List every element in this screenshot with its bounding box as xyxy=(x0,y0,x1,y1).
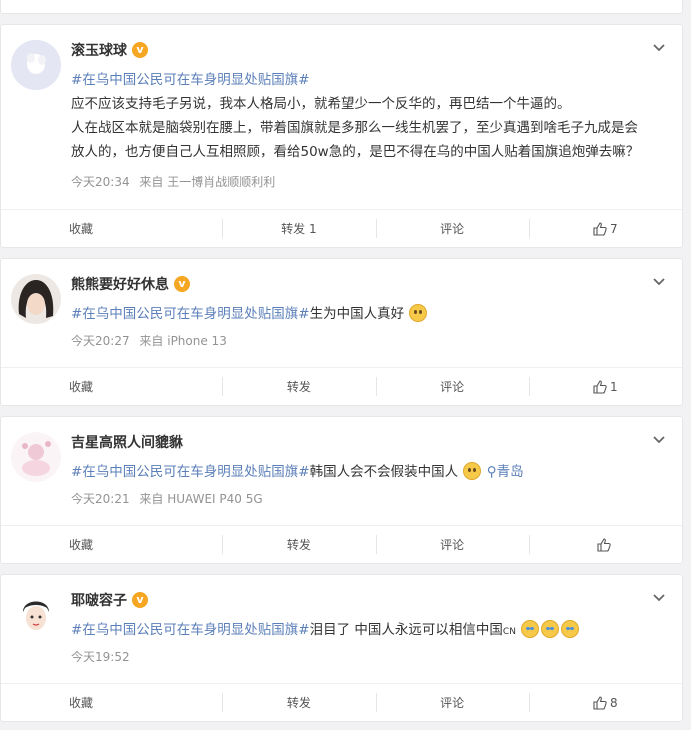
hashtag-link[interactable]: #在乌中国公民可在车身明显处贴国旗# xyxy=(71,622,310,638)
crying-face-emoji-icon xyxy=(561,620,580,638)
post-card: 耶啵容子 v #在乌中国公民可在车身明显处贴国旗#泪目了 中国人永远可以相信中国… xyxy=(0,574,683,722)
verified-badge-icon: v xyxy=(174,276,190,292)
crying-face-emoji-icon xyxy=(521,620,540,638)
hashtag-link[interactable]: #在乌中国公民可在车身明显处贴国旗# xyxy=(71,72,310,88)
post-content: #在乌中国公民可在车身明显处贴国旗#韩国人会不会假装中国人 ⚲青岛 xyxy=(71,460,664,484)
comment-button[interactable]: 评论 xyxy=(375,684,529,721)
thumbs-up-icon xyxy=(593,695,607,710)
post-meta: 今天20:27 来自 iPhone 13 xyxy=(71,332,233,349)
hashtag-link[interactable]: #在乌中国公民可在车身明显处贴国旗# xyxy=(71,464,310,480)
comment-button[interactable]: 评论 xyxy=(375,526,529,563)
post-text-suffix: CN xyxy=(502,627,516,637)
post-card: 吉星高照人间貔貅 #在乌中国公民可在车身明显处贴国旗#韩国人会不会假装中国人 ⚲… xyxy=(0,416,683,564)
username[interactable]: 耶啵容子 xyxy=(71,590,127,610)
comment-button[interactable]: 评论 xyxy=(375,368,529,405)
timestamp[interactable]: 今天20:21 xyxy=(71,492,130,506)
post-meta: 今天20:34 来自 王一博肖战顺顺利利 xyxy=(71,173,281,190)
laughing-face-emoji-icon xyxy=(463,462,482,480)
post-card: 熊熊要好好休息 v #在乌中国公民可在车身明显处贴国旗#生为中国人真好 今天20… xyxy=(0,258,683,406)
post-source: 来自 iPhone 13 xyxy=(139,334,227,348)
avatar[interactable] xyxy=(11,432,61,482)
like-button[interactable]: 7 xyxy=(528,210,682,247)
thumbs-up-icon xyxy=(593,379,607,394)
location-pin-icon: ⚲ xyxy=(486,464,497,480)
username[interactable]: 滚玉球球 xyxy=(71,40,127,60)
username[interactable]: 吉星高照人间貔貅 xyxy=(71,432,183,452)
like-button[interactable] xyxy=(528,526,682,563)
post-header: 熊熊要好好休息 v xyxy=(71,273,190,295)
like-count: 8 xyxy=(610,695,618,710)
favorite-button[interactable]: 收藏 xyxy=(1,368,222,405)
post-source: 来自 HUAWEI P40 5G xyxy=(139,492,263,506)
crying-face-emoji-icon xyxy=(541,620,560,638)
action-bar: 收藏 转发 评论 1 xyxy=(1,367,682,405)
thumbs-up-icon xyxy=(597,537,611,552)
avatar[interactable] xyxy=(11,590,61,640)
chevron-down-icon[interactable] xyxy=(652,41,666,55)
post-meta: 今天20:21 来自 HUAWEI P40 5G xyxy=(71,490,269,507)
post-text-line: 人在战区本就是脑袋别在腰上，带着国旗就是多那么一线生机罢了，至少真遇到啥毛子九成… xyxy=(71,120,638,136)
pleading-face-emoji-icon xyxy=(409,304,428,322)
post-content: #在乌中国公民可在车身明显处贴国旗#生为中国人真好 xyxy=(71,302,664,326)
like-button[interactable]: 8 xyxy=(528,684,682,721)
thumbs-up-icon xyxy=(593,221,607,236)
favorite-button[interactable]: 收藏 xyxy=(1,210,222,247)
like-count: 7 xyxy=(610,221,618,236)
favorite-button[interactable]: 收藏 xyxy=(1,526,222,563)
location-link[interactable]: 青岛 xyxy=(497,464,524,480)
chevron-down-icon[interactable] xyxy=(652,591,666,605)
avatar[interactable] xyxy=(11,40,61,90)
previous-card xyxy=(0,0,683,14)
repost-button[interactable]: 转发 xyxy=(222,368,375,405)
post-text-line: 放人的，也方便自己人互相照顾，看给50w急的，是巴不得在乌的中国人贴着国旗追炮弹… xyxy=(71,144,640,160)
favorite-button[interactable]: 收藏 xyxy=(1,684,222,721)
like-count: 1 xyxy=(610,379,618,394)
verified-badge-icon: v xyxy=(132,592,148,608)
action-bar: 收藏 转发 评论 8 xyxy=(1,683,682,721)
avatar[interactable] xyxy=(11,274,61,324)
comment-button[interactable]: 评论 xyxy=(375,210,529,247)
verified-badge-icon: v xyxy=(132,42,148,58)
post-content: #在乌中国公民可在车身明显处贴国旗# 应不应该支持毛子另说，我本人格局小，就希望… xyxy=(71,68,664,164)
like-button[interactable]: 1 xyxy=(528,368,682,405)
repost-button[interactable]: 转发 xyxy=(222,684,375,721)
chevron-down-icon[interactable] xyxy=(652,275,666,289)
post-header: 耶啵容子 v xyxy=(71,589,148,611)
action-bar: 收藏 转发 评论 xyxy=(1,525,682,563)
timestamp[interactable]: 今天19:52 xyxy=(71,650,130,664)
post-text: 泪目了 中国人永远可以相信中国 xyxy=(309,622,503,638)
post-header: 吉星高照人间貔貅 xyxy=(71,431,183,453)
post-content: #在乌中国公民可在车身明显处贴国旗#泪目了 中国人永远可以相信中国CN xyxy=(71,618,664,644)
timestamp[interactable]: 今天20:34 xyxy=(71,175,130,189)
chevron-down-icon[interactable] xyxy=(652,433,666,447)
post-text: 生为中国人真好 xyxy=(309,306,405,322)
username[interactable]: 熊熊要好好休息 xyxy=(71,274,169,294)
post-text: 韩国人会不会假装中国人 xyxy=(309,464,459,480)
post-meta: 今天19:52 xyxy=(71,648,136,665)
hashtag-link[interactable]: #在乌中国公民可在车身明显处贴国旗# xyxy=(71,306,310,322)
timestamp[interactable]: 今天20:27 xyxy=(71,334,130,348)
action-bar: 收藏 转发 1 评论 7 xyxy=(1,209,682,247)
post-card: 滚玉球球 v #在乌中国公民可在车身明显处贴国旗# 应不应该支持毛子另说，我本人… xyxy=(0,24,683,248)
post-header: 滚玉球球 v xyxy=(71,39,148,61)
post-text-line: 应不应该支持毛子另说，我本人格局小，就希望少一个反华的，再巴结一个牛逼的。 xyxy=(71,96,571,112)
repost-button[interactable]: 转发 xyxy=(222,526,375,563)
repost-button[interactable]: 转发 1 xyxy=(222,210,375,247)
post-source: 来自 王一博肖战顺顺利利 xyxy=(139,175,276,189)
